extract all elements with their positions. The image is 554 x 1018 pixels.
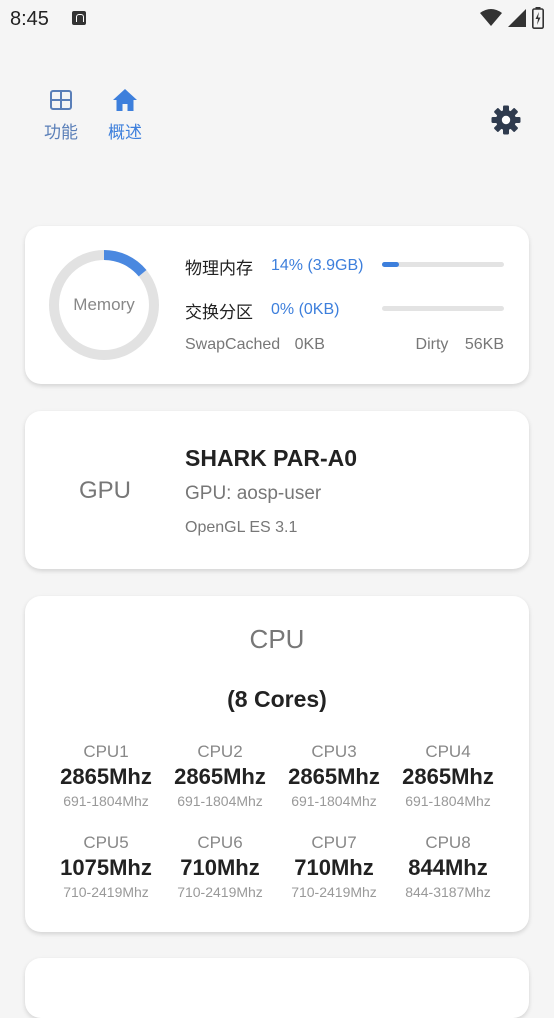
gpu-renderer: GPU: aosp-user [185,483,322,504]
top-tabs: 功能 概述 [40,88,146,143]
cpu-core-name: CPU5 [83,833,129,852]
battery-icon [532,7,544,29]
physical-memory-bar-fill [382,262,400,267]
cpu-core-range: 691-1804Mhz [405,793,491,809]
cpu-core-name: CPU3 [311,742,357,761]
dirty-row: Dirty 56KB [416,336,504,354]
cpu-card[interactable]: CPU (8 Cores) CPU1 2865Mhz 691-1804Mhz C… [25,596,529,932]
home-icon [113,89,137,111]
cpu-core-freq: 844Mhz [408,855,488,880]
cpu-core-range: 710-2419Mhz [291,884,377,900]
cpu-core-range: 710-2419Mhz [177,884,263,900]
swap-value: 0% (0KB) [271,301,340,318]
cpu-core-name: CPU1 [83,742,129,761]
next-card[interactable] [25,958,529,1018]
cpu-core-range: 710-2419Mhz [63,884,149,900]
cpu-core-1: CPU1 2865Mhz 691-1804Mhz [49,742,163,809]
cpu-core-freq: 710Mhz [180,855,260,880]
cpu-core-name: CPU7 [311,833,357,852]
gear-icon[interactable] [490,104,522,136]
cpu-core-freq: 710Mhz [294,855,374,880]
cpu-core-7: CPU7 710Mhz 710-2419Mhz [277,833,391,900]
tab-overview-label: 概述 [108,123,142,142]
tab-features-label: 功能 [44,123,78,142]
status-bar: 8:45 [0,0,554,38]
cpu-core-freq: 2865Mhz [174,764,266,789]
cpu-core-range: 844-3187Mhz [405,884,491,900]
cpu-core-name: CPU8 [425,833,471,852]
swap-label: 交换分区 [185,302,253,322]
swap-bar [382,306,504,311]
cpu-core-range: 691-1804Mhz [177,793,263,809]
memory-card[interactable]: Memory 物理内存 14% (3.9GB) 交换分区 0% (0KB) Sw… [25,226,529,384]
swapcached-label: SwapCached [185,336,281,353]
cpu-core-5: CPU5 1075Mhz 710-2419Mhz [49,833,163,900]
swapcached-row: SwapCached 0KB [185,336,325,354]
cpu-core-freq: 2865Mhz [288,764,380,789]
physical-memory-value: 14% (3.9GB) [271,257,364,274]
status-time: 8:45 [10,8,49,30]
cpu-core-freq: 1075Mhz [60,855,152,880]
cpu-core-2: CPU2 2865Mhz 691-1804Mhz [163,742,277,809]
cpu-core-freq: 2865Mhz [60,764,152,789]
cpu-core-8: CPU8 844Mhz 844-3187Mhz [391,833,505,900]
physical-memory-label: 物理内存 [185,258,253,278]
cpu-core-range: 691-1804Mhz [63,793,149,809]
cpu-core-4: CPU4 2865Mhz 691-1804Mhz [391,742,505,809]
gpu-name: SHARK PAR-A0 [185,445,358,471]
tab-overview[interactable]: 概述 [104,88,146,143]
cpu-core-range: 691-1804Mhz [291,793,377,809]
dirty-value: 56KB [464,336,504,353]
tab-features[interactable]: 功能 [40,88,82,143]
cpu-title: CPU [249,624,305,654]
memory-donut-label: Memory [73,295,135,314]
signal-icon [508,9,526,27]
grid-icon [50,90,72,110]
cpu-core-3: CPU3 2865Mhz 691-1804Mhz [277,742,391,809]
wifi-icon [480,9,502,26]
gpu-card[interactable]: GPU SHARK PAR-A0 GPU: aosp-user OpenGL E… [25,411,529,569]
cpu-core-name: CPU4 [425,742,471,761]
dirty-label: Dirty [415,336,449,353]
cpu-core-6: CPU6 710Mhz 710-2419Mhz [163,833,277,900]
notification-icon [72,11,86,25]
cpu-core-name: CPU2 [197,742,243,761]
cpu-core-name: CPU6 [197,833,243,852]
gpu-gl-version: OpenGL ES 3.1 [185,519,298,536]
swap-row: 交换分区 0% (0KB) [185,298,339,322]
system-icons [480,6,544,30]
physical-memory-row: 物理内存 14% (3.9GB) [185,254,363,278]
gpu-title: GPU [78,477,131,504]
swapcached-value: 0KB [294,336,325,353]
physical-memory-bar [382,262,504,267]
cpu-core-freq: 2865Mhz [402,764,494,789]
cpu-cores-count: (8 Cores) [227,686,327,712]
